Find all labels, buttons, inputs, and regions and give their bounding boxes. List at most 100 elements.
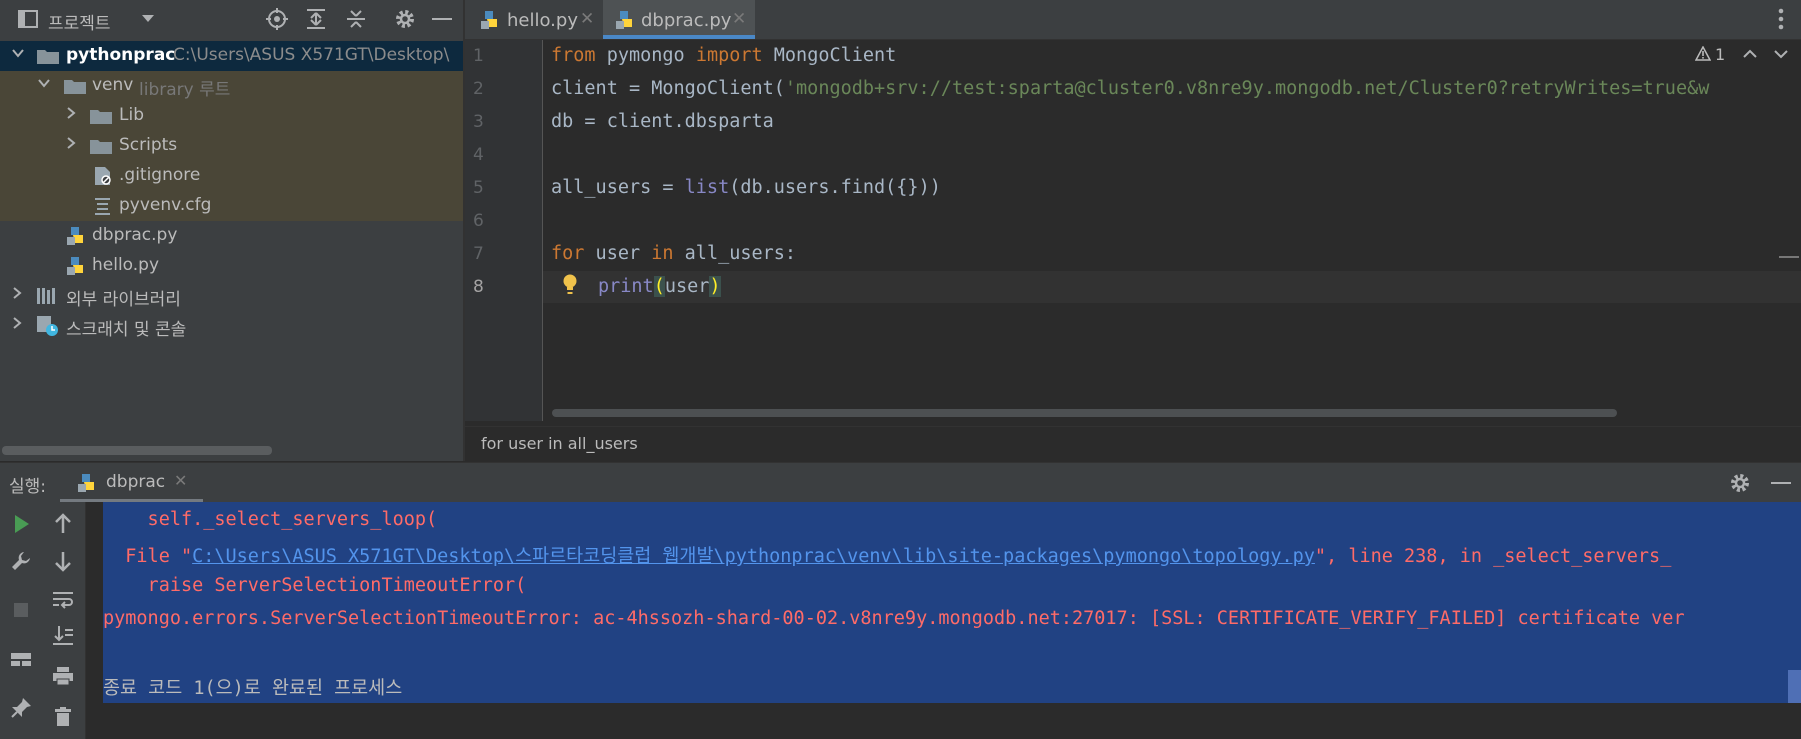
project-panel-title[interactable]: 프로젝트	[48, 9, 111, 34]
text-file-icon	[95, 198, 110, 215]
tree-item-label: 외부 라이브러리	[66, 290, 181, 310]
console-selection	[103, 502, 1801, 703]
folder-icon	[37, 50, 59, 64]
console-vertical-scrollbar[interactable]	[1788, 670, 1801, 703]
project-view-icon	[18, 10, 38, 28]
ignore-file-icon	[95, 167, 111, 185]
minimize-icon[interactable]	[432, 18, 452, 21]
line-number: 6	[473, 211, 484, 231]
chevron-right-icon	[67, 137, 76, 149]
tab-label: dbprac.py	[641, 10, 732, 31]
line-number: 3	[473, 112, 484, 132]
tree-item-gitignore[interactable]: .gitignore	[0, 161, 463, 191]
tree-item-venv[interactable]: venv library 루트	[0, 71, 463, 101]
breadcrumb: for user in all_users	[465, 426, 1801, 461]
tree-item-label: Scripts	[119, 135, 178, 155]
project-horizontal-scrollbar[interactable]	[2, 446, 272, 455]
close-icon[interactable]: ✕	[174, 471, 187, 490]
tree-item-scripts[interactable]: Scripts	[0, 131, 463, 161]
chevron-down-icon	[38, 79, 50, 88]
tree-item-lib[interactable]: Lib	[0, 101, 463, 131]
tree-item-label: 스크래치 및 콘솔	[66, 320, 187, 340]
close-icon[interactable]: ✕	[732, 9, 746, 29]
pin-icon[interactable]	[9, 696, 33, 720]
minimize-icon[interactable]	[1771, 482, 1791, 485]
console-line: raise ServerSelectionTimeoutError(	[103, 575, 527, 596]
code-line-8: print(user)	[598, 276, 721, 297]
print-icon[interactable]	[51, 664, 75, 688]
trash-icon[interactable]	[51, 705, 75, 729]
tree-item-dbprac[interactable]: dbprac.py	[0, 221, 463, 251]
gear-icon[interactable]	[394, 8, 416, 30]
tree-item-label: pythonprac	[66, 45, 176, 65]
tree-item-pyvenv-cfg[interactable]: pyvenv.cfg	[0, 191, 463, 221]
run-tab-label: dbprac	[106, 472, 166, 492]
scroll-to-end-icon[interactable]	[51, 624, 75, 648]
warning-icon[interactable]	[1695, 46, 1711, 62]
run-toolbar-primary	[0, 502, 42, 739]
tree-item-label: .gitignore	[119, 165, 201, 185]
python-file-icon	[67, 227, 83, 245]
chevron-up-icon[interactable]	[1743, 49, 1757, 59]
tree-item-hello[interactable]: hello.py	[0, 251, 463, 281]
tree-item-pythonprac[interactable]: pythonprac C:\Users\ASUS X571GT\Desktop\	[0, 41, 463, 71]
line-number: 7	[473, 244, 484, 264]
tree-item-label: venv	[92, 75, 134, 95]
lightbulb-icon[interactable]	[562, 273, 578, 297]
code-editor[interactable]: from pymongo import MongoClient client =…	[543, 40, 1801, 421]
arrow-up-icon[interactable]	[51, 512, 75, 536]
rerun-icon[interactable]	[9, 512, 33, 536]
python-file-icon	[481, 11, 497, 29]
line-number: 4	[473, 145, 484, 165]
python-file-icon	[67, 257, 83, 275]
line-number: 1	[473, 46, 484, 66]
chevron-right-icon	[13, 287, 22, 299]
line-number-gutter: 1 2 3 4 5 6 7 8	[465, 40, 543, 421]
code-line-7: for user in all_users:	[551, 243, 797, 264]
tree-item-label: Lib	[119, 105, 144, 125]
chevron-right-icon	[67, 107, 76, 119]
folder-icon	[90, 110, 112, 124]
tab-dbprac-py[interactable]: dbprac.py ✕	[603, 0, 755, 39]
line-number: 8	[473, 277, 484, 297]
stop-icon[interactable]	[9, 598, 33, 622]
active-tab-indicator	[603, 35, 755, 39]
run-tab-dbprac[interactable]: dbprac ✕	[60, 463, 203, 503]
breadcrumb-item[interactable]: for user in all_users	[481, 434, 638, 453]
close-icon[interactable]: ✕	[580, 9, 594, 29]
run-label: 실행:	[9, 477, 47, 497]
layout-icon[interactable]	[9, 647, 33, 671]
run-toolbar-secondary	[42, 502, 86, 739]
locate-icon[interactable]	[266, 8, 288, 30]
collapse-all-icon[interactable]	[346, 8, 366, 30]
chevron-right-icon	[13, 317, 22, 329]
tree-item-note: library 루트	[139, 80, 231, 100]
error-stripe-mark[interactable]	[1779, 256, 1799, 258]
console-line: File "C:\Users\ASUS X571GT\Desktop\스파르타코…	[103, 546, 1672, 567]
dropdown-icon[interactable]	[141, 14, 155, 24]
arrow-down-icon[interactable]	[51, 549, 75, 573]
wrench-icon[interactable]	[9, 549, 33, 573]
editor-horizontal-scrollbar[interactable]	[552, 409, 1617, 417]
console-exit-line: 종료 코드 1(으)로 완료된 프로세스	[103, 678, 403, 699]
expand-all-icon[interactable]	[306, 8, 326, 30]
gear-icon[interactable]	[1729, 472, 1751, 494]
folder-icon	[64, 80, 86, 94]
console-file-link[interactable]: C:\Users\ASUS X571GT\Desktop\스파르타코딩클럽 웹개…	[192, 546, 1315, 567]
tree-item-label: dbprac.py	[92, 225, 178, 245]
editor-tabs-bar: hello.py ✕ dbprac.py ✕	[465, 0, 1801, 40]
console-line: pymongo.errors.ServerSelectionTimeoutErr…	[103, 608, 1685, 629]
python-file-icon	[78, 474, 94, 492]
warning-count[interactable]: 1	[1715, 45, 1725, 64]
code-line-5: all_users = list(db.users.find({}))	[551, 177, 941, 198]
scratches-icon	[37, 316, 58, 336]
chevron-down-icon[interactable]	[1774, 49, 1788, 59]
tree-item-external-libraries[interactable]: 외부 라이브러리	[0, 281, 463, 311]
console-line: self._select_servers_loop(	[103, 509, 438, 530]
tree-item-scratches[interactable]: 스크래치 및 콘솔	[0, 311, 463, 341]
library-icon	[37, 288, 55, 304]
soft-wrap-icon[interactable]	[51, 587, 75, 611]
tab-hello-py[interactable]: hello.py ✕	[465, 0, 602, 39]
code-line-2: client = MongoClient('mongodb+srv://test…	[551, 78, 1710, 99]
more-vertical-icon[interactable]	[1778, 8, 1784, 30]
